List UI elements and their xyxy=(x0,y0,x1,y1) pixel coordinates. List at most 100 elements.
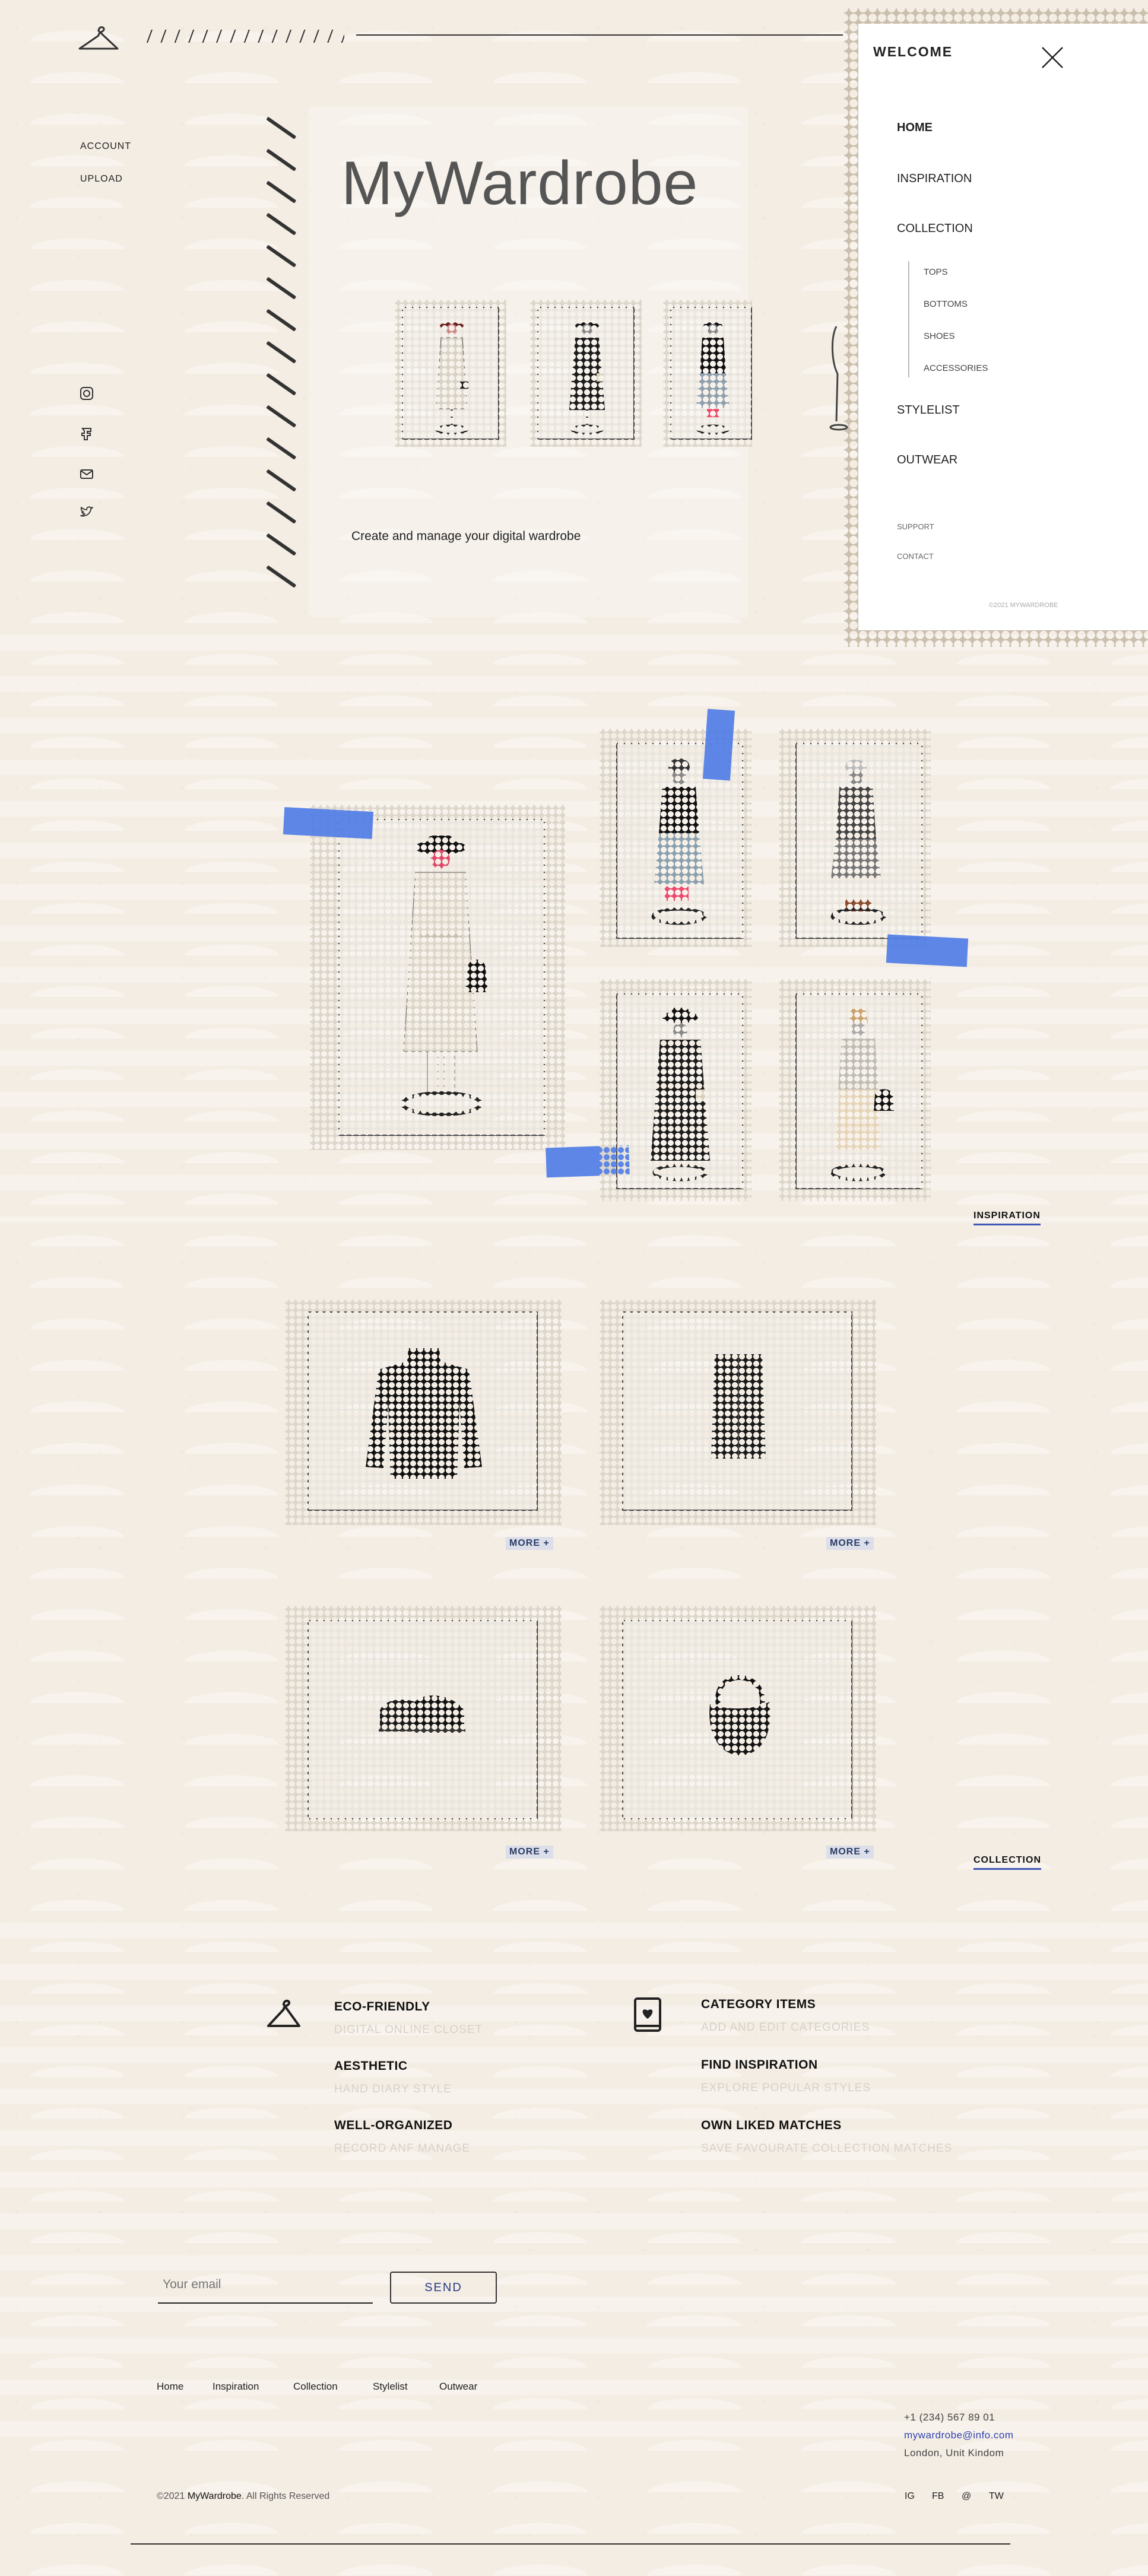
feature-title: WELL-ORGANIZED xyxy=(334,2118,453,2132)
blue-tape xyxy=(283,807,374,839)
footer-address: London, Unit Kindom xyxy=(904,2447,1004,2459)
hero-stamp[interactable] xyxy=(395,300,506,447)
email-input[interactable] xyxy=(158,2267,373,2304)
outfit-grey-dress-figure xyxy=(830,760,886,925)
knit-sweater-image xyxy=(366,1348,482,1479)
slash-mark xyxy=(266,533,297,556)
hero-tagline: Create and manage your digital wardrobe xyxy=(351,529,581,543)
inspiration-stamp[interactable] xyxy=(600,979,751,1201)
instagram-icon[interactable] xyxy=(79,386,94,401)
collection-stamp[interactable] xyxy=(600,1300,876,1525)
inspiration-link[interactable]: INSPIRATION xyxy=(973,1211,1041,1225)
collection-link[interactable]: COLLECTION xyxy=(973,1855,1041,1870)
account-link[interactable]: ACCOUNT xyxy=(80,141,131,152)
drawer-nav-home[interactable]: HOME xyxy=(897,121,933,135)
slash-mark xyxy=(266,373,297,396)
drawer-nav-collection[interactable]: COLLECTION xyxy=(897,222,973,236)
slash-mark xyxy=(266,405,297,428)
footer-fb[interactable]: FB xyxy=(932,2491,944,2502)
feature-subtitle: SAVE FAVOURATE COLLECTION MATCHES xyxy=(701,2142,953,2155)
footer-nav-stylelist[interactable]: Stylelist xyxy=(373,2381,408,2393)
drawer-sub-accessories[interactable]: ACCESSORIES xyxy=(924,363,988,373)
hero-stamp[interactable] xyxy=(530,300,642,447)
inspiration-stamp-large[interactable] xyxy=(310,805,565,1150)
send-button[interactable]: SEND xyxy=(390,2272,497,2304)
footer-nav-inspiration[interactable]: Inspiration xyxy=(213,2381,259,2393)
drawer-sub-bottoms[interactable]: BOTTOMS xyxy=(924,299,968,309)
slash-mark xyxy=(266,244,297,268)
copyright-prefix: ©2021 xyxy=(157,2491,188,2501)
hanger-icon xyxy=(267,1999,300,2027)
drawer-sub-tops[interactable]: TOPS xyxy=(924,267,948,277)
twitter-icon[interactable] xyxy=(79,504,94,520)
leather-skirt-image xyxy=(711,1354,766,1459)
slash-mark xyxy=(266,469,297,492)
hero-stamp[interactable] xyxy=(663,300,752,447)
footer-tw[interactable]: TW xyxy=(989,2491,1004,2502)
drawer-nav-inspiration[interactable]: INSPIRATION xyxy=(897,172,972,186)
outfit-trench-figure xyxy=(435,322,468,435)
slash-mark xyxy=(266,148,297,171)
page-title: MyWardrobe xyxy=(341,149,699,218)
copyright-suffix: . All Rights Reserved xyxy=(241,2491,330,2501)
drawer-nav-outwear[interactable]: OUTWEAR xyxy=(897,453,957,467)
header-hatch-decoration xyxy=(142,30,344,43)
slash-mark xyxy=(266,565,297,588)
slash-mark xyxy=(266,212,297,236)
header-rule xyxy=(356,34,843,36)
drawer-title: WELCOME xyxy=(873,44,953,59)
slash-mark xyxy=(266,341,297,364)
more-button[interactable]: MORE + xyxy=(826,1846,874,1859)
feature-subtitle: EXPLORE POPULAR STYLES xyxy=(701,2082,871,2094)
drawer-support-link[interactable]: SUPPORT xyxy=(897,522,934,531)
feature-title: OWN LIKED MATCHES xyxy=(701,2118,842,2132)
inspiration-stamp[interactable] xyxy=(779,979,931,1201)
slash-mark xyxy=(266,309,297,332)
mail-icon[interactable] xyxy=(79,466,94,482)
footer-rule xyxy=(131,2543,1010,2545)
upload-link[interactable]: UPLOAD xyxy=(80,174,123,185)
feature-title: ECO-FRIENDLY xyxy=(334,2000,430,2013)
footer-ig[interactable]: IG xyxy=(905,2491,915,2502)
outfit-trench-figure xyxy=(401,836,488,1116)
collection-stamp[interactable] xyxy=(285,1606,562,1831)
close-icon[interactable] xyxy=(1040,45,1065,70)
hanger-logo-icon[interactable] xyxy=(77,23,120,53)
more-button[interactable]: MORE + xyxy=(506,1537,553,1550)
blue-tape xyxy=(702,709,735,781)
drawer-nav-stylelist[interactable]: STYLELIST xyxy=(897,404,960,417)
slash-mark xyxy=(266,180,297,204)
outfit-knit-skirt-figure xyxy=(830,1009,894,1181)
footer-email[interactable]: mywardrobe@info.com xyxy=(904,2429,1014,2441)
facebook-icon[interactable] xyxy=(79,426,94,441)
book-heart-icon xyxy=(634,1997,661,2032)
drawer-sub-shoes[interactable]: SHOES xyxy=(924,331,955,341)
footer-nav-collection[interactable]: Collection xyxy=(293,2381,338,2393)
feature-subtitle: DIGITAL ONLINE CLOSET xyxy=(334,2024,483,2036)
collection-stamp[interactable] xyxy=(600,1606,876,1831)
footer-nav-outwear[interactable]: Outwear xyxy=(439,2381,477,2393)
feature-subtitle: ADD AND EDIT CATEGORIES xyxy=(701,2021,870,2034)
feature-subtitle: HAND DIARY STYLE xyxy=(334,2083,452,2095)
footer-copyright: ©2021 MyWardrobe. All Rights Reserved xyxy=(157,2491,329,2502)
feature-title: FIND INSPIRATION xyxy=(701,2058,818,2072)
footer-band xyxy=(0,1923,1148,2439)
drawer-contact-link[interactable]: CONTACT xyxy=(897,552,934,561)
loafers-image xyxy=(379,1695,465,1733)
feature-subtitle: RECORD ANF MANAGE xyxy=(334,2142,471,2155)
drawer-copyright: ©2021 MYWARDROBE xyxy=(989,602,1058,609)
slash-mark xyxy=(266,277,297,300)
more-button[interactable]: MORE + xyxy=(826,1537,874,1550)
footer-nav-home[interactable]: Home xyxy=(157,2381,183,2393)
collection-stamp[interactable] xyxy=(285,1300,562,1525)
leather-bag-image xyxy=(709,1675,770,1755)
footer-at[interactable]: @ xyxy=(962,2491,971,2502)
inspiration-stamp[interactable] xyxy=(779,729,931,947)
outfit-denim-skirt-figure xyxy=(696,322,730,435)
blue-tape xyxy=(886,934,969,967)
inspiration-band xyxy=(0,635,1148,1222)
outfit-black-dress-figure xyxy=(569,322,605,435)
feature-title: AESTHETIC xyxy=(334,2059,408,2073)
more-button[interactable]: MORE + xyxy=(506,1846,553,1859)
feature-title: CATEGORY ITEMS xyxy=(701,1997,816,2011)
